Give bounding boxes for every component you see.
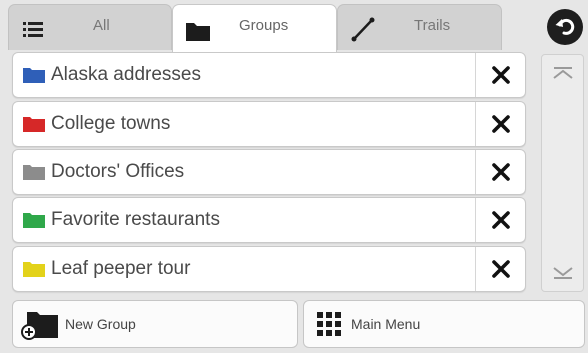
close-icon (491, 211, 510, 229)
list-item: Alaska addresses (12, 52, 526, 98)
back-button[interactable] (547, 9, 583, 45)
list-item: College towns (12, 101, 526, 147)
main-menu-button[interactable]: Main Menu (303, 300, 585, 348)
tab-all[interactable]: All (8, 4, 172, 50)
group-item-college-towns[interactable]: College towns (13, 102, 475, 146)
close-icon (491, 163, 510, 181)
folder-icon (23, 213, 45, 228)
delete-button[interactable] (476, 247, 525, 291)
group-label: College towns (51, 113, 171, 134)
group-item-alaska-addresses[interactable]: Alaska addresses (13, 53, 475, 97)
new-folder-icon (21, 312, 58, 340)
group-label: Alaska addresses (51, 64, 201, 85)
scroll-down-icon (552, 267, 573, 279)
delete-button[interactable] (476, 53, 525, 97)
new-group-label: New Group (65, 316, 136, 332)
folder-icon (23, 68, 45, 83)
trail-icon (351, 17, 375, 42)
delete-button[interactable] (476, 198, 525, 242)
group-label: Leaf peeper tour (51, 258, 191, 279)
group-item-doctors-offices[interactable]: Doctors' Offices (13, 150, 475, 194)
folder-icon (23, 165, 45, 180)
folder-icon (23, 117, 45, 132)
scrollbar[interactable] (541, 54, 584, 292)
close-icon (491, 260, 510, 278)
tab-trails[interactable]: Trails (337, 4, 502, 50)
tab-groups-label: Groups (239, 17, 289, 34)
close-icon (491, 66, 510, 84)
tab-all-label: All (93, 17, 110, 34)
group-item-favorite-restaurants[interactable]: Favorite restaurants (13, 198, 475, 242)
folder-icon (186, 23, 210, 41)
group-item-leaf-peeper-tour[interactable]: Leaf peeper tour (13, 247, 475, 291)
close-icon (491, 115, 510, 133)
group-label: Favorite restaurants (51, 209, 220, 230)
main-menu-label: Main Menu (351, 316, 421, 332)
list-item: Favorite restaurants (12, 197, 526, 243)
grid-menu-icon (317, 312, 341, 336)
scroll-down-button[interactable] (542, 255, 583, 291)
tab-bar: All Groups Trails (8, 4, 502, 52)
back-arrow-icon (555, 18, 575, 35)
delete-button[interactable] (476, 150, 525, 194)
scroll-top-icon (552, 67, 573, 79)
list-item: Leaf peeper tour (12, 246, 526, 292)
list-item: Doctors' Offices (12, 149, 526, 195)
tab-groups[interactable]: Groups (172, 4, 337, 52)
scroll-top-button[interactable] (542, 55, 583, 91)
delete-button[interactable] (476, 102, 525, 146)
list-icon (23, 22, 43, 37)
group-label: Doctors' Offices (51, 161, 185, 182)
tab-trails-label: Trails (414, 17, 451, 34)
new-group-button[interactable]: New Group (12, 300, 298, 348)
folder-icon (23, 262, 45, 277)
